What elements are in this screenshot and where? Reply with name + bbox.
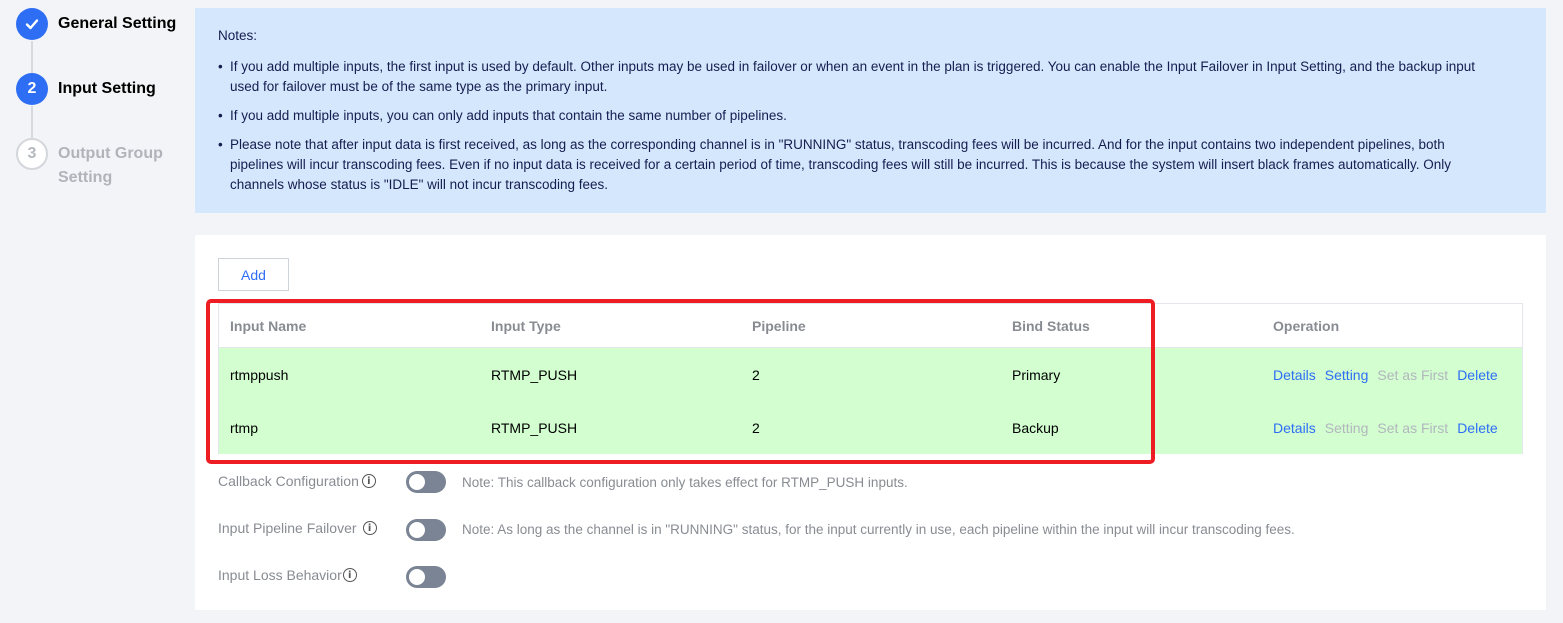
- header-pipeline: Pipeline: [752, 317, 806, 334]
- header-operation: Operation: [1273, 317, 1340, 334]
- pipeline-failover-label: Input Pipeline Failover: [218, 520, 357, 536]
- table-row: rtmppush RTMP_PUSH 2 Primary Details Sett…: [219, 348, 1522, 401]
- cell-operations: Details Setting Set as First Delete: [1273, 420, 1507, 436]
- cell-bind-status: Backup: [1012, 419, 1059, 436]
- loss-behavior-label: Input Loss Behavior: [218, 567, 342, 583]
- pipeline-failover-note: Note: As long as the channel is in "RUNN…: [462, 522, 1295, 537]
- step-label-input-setting[interactable]: Input Setting: [58, 77, 156, 101]
- set-as-first-link: Set as First: [1377, 366, 1449, 383]
- set-as-first-link: Set as First: [1377, 419, 1449, 436]
- cell-input-name: rtmp: [230, 419, 258, 436]
- cell-input-type: RTMP_PUSH: [491, 366, 578, 383]
- cell-bind-status: Primary: [1012, 366, 1061, 383]
- step-connector: [31, 41, 33, 74]
- step-2-number: 2: [16, 73, 48, 105]
- notes-item: If you add multiple inputs, the first in…: [218, 57, 1480, 97]
- callback-config-toggle[interactable]: [406, 471, 446, 493]
- table-row: rtmp RTMP_PUSH 2 Backup Details Setting Se…: [219, 401, 1522, 454]
- step-3-number: 3: [16, 138, 48, 170]
- header-input-type: Input Type: [491, 317, 561, 334]
- step-1-check-icon: [16, 8, 48, 40]
- loss-behavior-toggle[interactable]: [406, 566, 446, 588]
- delete-link[interactable]: Delete: [1457, 367, 1497, 383]
- table-header: Input Name Input Type Pipeline Bind Stat…: [219, 304, 1522, 348]
- stepper: General Setting 2 Input Setting 3 Output…: [0, 0, 195, 623]
- inputs-table: Input Name Input Type Pipeline Bind Stat…: [218, 303, 1523, 454]
- details-link[interactable]: Details: [1273, 367, 1316, 383]
- callback-config-row: Callback Configuration i: [218, 469, 376, 493]
- step-label-general-setting[interactable]: General Setting: [58, 12, 176, 36]
- notes-title: Notes:: [218, 28, 258, 43]
- loss-behavior-row: Input Loss Behavior i: [218, 563, 357, 587]
- details-link[interactable]: Details: [1273, 420, 1316, 436]
- cell-pipeline: 2: [752, 366, 760, 383]
- info-icon[interactable]: i: [362, 521, 377, 535]
- setting-link: Setting: [1324, 419, 1369, 436]
- cell-input-type: RTMP_PUSH: [491, 419, 578, 436]
- delete-link[interactable]: Delete: [1457, 420, 1497, 436]
- info-icon[interactable]: i: [342, 568, 357, 582]
- header-bind-status: Bind Status: [1012, 317, 1090, 334]
- cell-input-name: rtmppush: [230, 366, 289, 383]
- notes-list: If you add multiple inputs, the first in…: [218, 57, 1522, 195]
- info-icon[interactable]: i: [361, 474, 376, 488]
- header-input-name: Input Name: [230, 317, 307, 334]
- cell-operations: Details Setting Set as First Delete: [1273, 367, 1507, 383]
- setting-link[interactable]: Setting: [1325, 367, 1369, 383]
- pipeline-failover-toggle[interactable]: [406, 519, 446, 541]
- pipeline-failover-row: Input Pipeline Failover i: [218, 516, 377, 540]
- inputs-panel: Add Input Name Input Type Pipeline Bind …: [195, 235, 1546, 610]
- notes-box: Notes: If you add multiple inputs, the f…: [195, 8, 1546, 213]
- callback-config-note: Note: This callback configuration only t…: [462, 475, 908, 490]
- notes-item: If you add multiple inputs, you can only…: [218, 106, 1480, 126]
- step-label-output-group-setting: Output Group Setting: [58, 145, 163, 186]
- step-connector: [31, 106, 33, 139]
- check-icon: [25, 19, 39, 30]
- callback-config-label: Callback Configuration: [218, 473, 359, 489]
- notes-item: Please note that after input data is fir…: [218, 135, 1480, 195]
- add-button[interactable]: Add: [218, 258, 289, 291]
- cell-pipeline: 2: [752, 419, 760, 436]
